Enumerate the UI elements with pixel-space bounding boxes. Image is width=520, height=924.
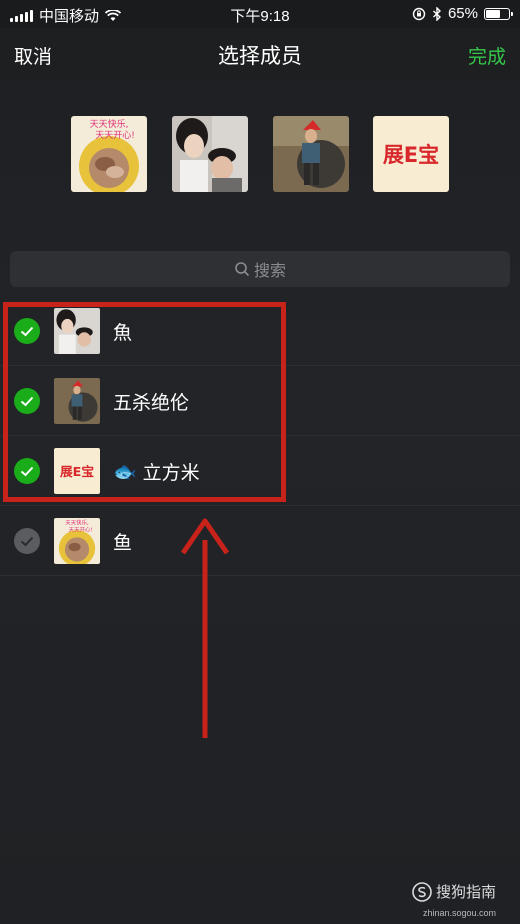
page-title: 选择成员: [218, 45, 302, 68]
zhanbao-logo-text: 展E宝: [383, 143, 439, 167]
status-bar: 中国移动 下午9:18 65%: [0, 0, 520, 28]
couple-avatar-image: [172, 116, 248, 192]
search-icon: [235, 262, 250, 277]
rotation-lock-icon: [412, 7, 426, 20]
svg-text:天天开心!: 天天开心!: [69, 526, 93, 533]
bowl-avatar-image: 天天快乐, 天天开心!: [71, 116, 147, 192]
sogou-logo-icon: [412, 881, 432, 902]
selected-avatar-zhanbao[interactable]: 展E宝: [373, 116, 449, 192]
member-row[interactable]: 天天快乐, 天天开心! 鱼: [0, 506, 520, 576]
selected-avatar-bowl[interactable]: 天天快乐, 天天开心!: [71, 116, 147, 192]
avatar: 天天快乐, 天天开心!: [54, 518, 100, 564]
selected-members-strip: 天天快乐, 天天开心! 展E宝: [0, 80, 520, 230]
selected-avatar-figure[interactable]: [273, 116, 349, 192]
highlight-box: [3, 302, 286, 502]
status-right: 65%: [412, 5, 513, 22]
member-name: 鱼: [113, 533, 133, 554]
search-placeholder: 搜索: [253, 263, 286, 280]
search-input[interactable]: 搜索: [10, 251, 510, 287]
figure-avatar-image: [273, 116, 349, 192]
nav-bar: 取消 选择成员 完成: [0, 28, 520, 80]
done-button[interactable]: 完成: [468, 42, 506, 69]
zhanbao-avatar-image: 展E宝: [373, 116, 449, 192]
unchecked-icon[interactable]: [14, 528, 40, 554]
bluetooth-icon: [432, 6, 441, 21]
watermark-url: zhinan.sogou.com: [422, 908, 496, 918]
selected-avatar-couple[interactable]: [172, 116, 248, 192]
bowl-text-2: 天天开心!: [95, 130, 135, 141]
watermark: 搜狗指南: [412, 881, 496, 902]
bowl-text-1: 天天快乐,: [90, 118, 129, 130]
watermark-text: 搜狗指南: [435, 884, 496, 901]
battery-level: [486, 9, 500, 18]
battery-icon: [484, 7, 513, 20]
battery-percent: 65%: [447, 5, 478, 22]
